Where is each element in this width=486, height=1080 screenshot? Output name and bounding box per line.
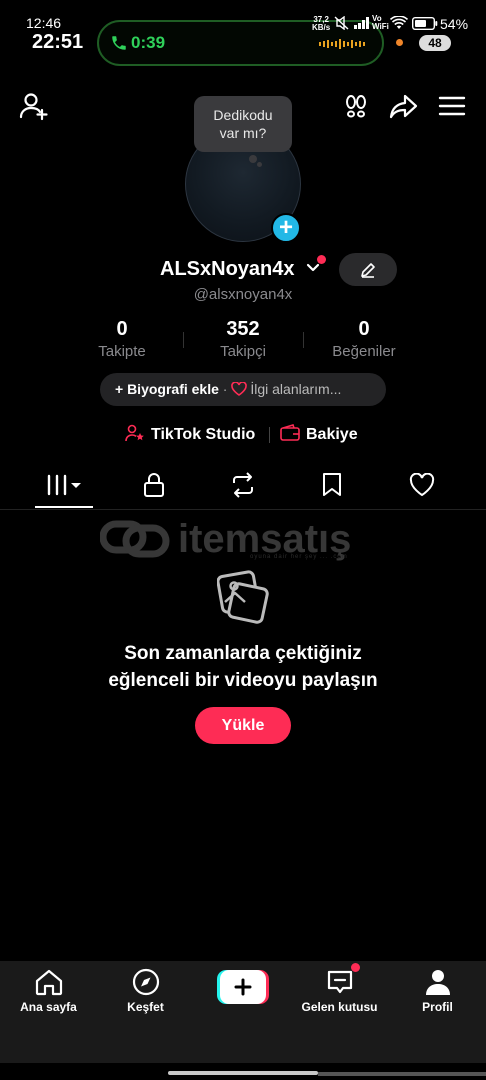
privacy-indicator-dot [396,39,403,46]
balance-link[interactable]: Bakiye [280,423,358,447]
status-bubble-line2: var mı? [219,125,267,141]
favorites-tab[interactable] [302,470,362,500]
repost-icon [233,472,253,498]
menu-icon[interactable] [436,90,468,122]
status-bubble[interactable]: Dedikodu var mı? [194,96,292,152]
balance-label: Bakiye [306,426,358,443]
inbox-icon [327,970,352,994]
watermark-logo-icon [100,520,170,558]
likes-count: 0 [358,318,370,340]
nav-home-label: Ana sayfa [20,1000,77,1014]
nav-discover-label: Keşfet [127,1000,164,1014]
photos-icon [217,570,269,624]
lock-icon [144,473,164,497]
call-timer: 0:39 [131,33,166,52]
wifi-icon [390,16,408,29]
battery-icon [412,17,438,30]
following-count: 0 [116,318,128,340]
watermark: itemsatış oyuna dair her şey ... .com [100,516,390,566]
add-bio-link[interactable]: + Biyografi ekle [115,381,219,397]
nav-profile[interactable]: Profil [389,968,486,1014]
home-indicator-track [318,1072,486,1076]
edit-profile-button[interactable] [339,253,397,286]
status-time-secondary: 12:46 [26,15,62,31]
nav-home[interactable]: Ana sayfa [0,968,97,1014]
create-plus-icon[interactable] [217,970,269,1004]
nav-discover[interactable]: Keşfet [97,968,194,1014]
chevron-down-icon[interactable] [306,262,320,274]
watermark-subtext: oyuna dair her şey ... .com [250,554,348,560]
active-tab-indicator [35,506,93,508]
bottom-navigation: Ana sayfa Keşfet Gelen kutusu Profil [0,961,486,1063]
nav-inbox[interactable]: Gelen kutusu [291,968,388,1014]
followers-stat[interactable]: 352 Takipçi [183,318,303,360]
home-icon [35,969,62,996]
empty-state-message: Son zamanlarda çektiğiniz eğlenceli bir … [0,640,486,694]
upload-button[interactable]: Yükle [195,707,291,744]
bookmark-icon [323,473,341,496]
footprints-icon[interactable] [340,90,372,122]
empty-state-line1: Son zamanlarda çektiğiniz [124,643,362,664]
status-time: 22:51 [32,31,84,53]
empty-state-line2: eğlenceli bir videoyu paylaşın [108,670,378,691]
following-label: Takipte [98,343,146,360]
status-bubble-line1: Dedikodu [213,107,273,123]
tiktok-studio-label: TikTok Studio [151,426,256,443]
user-handle: @alsxnoyan4x [193,286,293,303]
home-indicator[interactable] [168,1071,318,1075]
bubble-tail [249,155,257,163]
profile-icon [425,970,450,995]
vowifi-label: Vo WiFi [372,14,389,31]
private-tab[interactable] [124,470,184,500]
liked-tab[interactable] [392,470,452,500]
signal-icon [354,17,369,29]
wallet-icon [280,424,300,441]
inbox-notification-dot [351,963,360,972]
link-divider [269,427,270,443]
tiktok-studio-link[interactable]: TikTok Studio [125,423,255,447]
bubble-tail-small [257,162,262,167]
heart-icon [231,381,248,396]
notification-dot [317,255,326,264]
reposts-tab[interactable] [213,470,273,500]
add-story-button[interactable]: + [271,213,301,243]
nav-profile-label: Profil [422,1000,453,1014]
heart-outline-icon [409,473,435,497]
username[interactable]: ALSxNoyan4x [160,258,295,281]
creator-star-icon [125,424,144,442]
share-icon[interactable] [388,90,420,122]
bio-separator: · [218,381,232,397]
followers-count: 352 [226,318,260,340]
bio-interests-pill[interactable]: + Biyografi ekle · İlgi alanlarım... [100,373,386,406]
pencil-icon [361,263,375,278]
compass-icon [132,968,159,996]
phone-icon [112,36,126,50]
network-speed: 37,2 KB/s [312,15,331,32]
followers-label: Takipçi [220,343,266,360]
likes-label: Beğeniler [332,343,396,360]
interests-link[interactable]: İlgi alanlarım... [250,381,341,397]
tab-divider [0,509,486,510]
videos-grid-tab[interactable] [34,470,94,500]
nav-inbox-label: Gelen kutusu [301,1000,378,1014]
notification-badge: 48 [419,35,451,51]
add-friend-icon[interactable] [18,90,50,122]
mute-icon [334,16,349,30]
following-stat[interactable]: 0 Takipte [62,318,182,360]
likes-stat[interactable]: 0 Beğeniler [304,318,424,360]
status-indicators: 37,2 KB/s Vo WiFi 54% 48 [312,14,482,64]
grid-icon [47,474,81,496]
battery-percent: 54% [440,16,469,32]
